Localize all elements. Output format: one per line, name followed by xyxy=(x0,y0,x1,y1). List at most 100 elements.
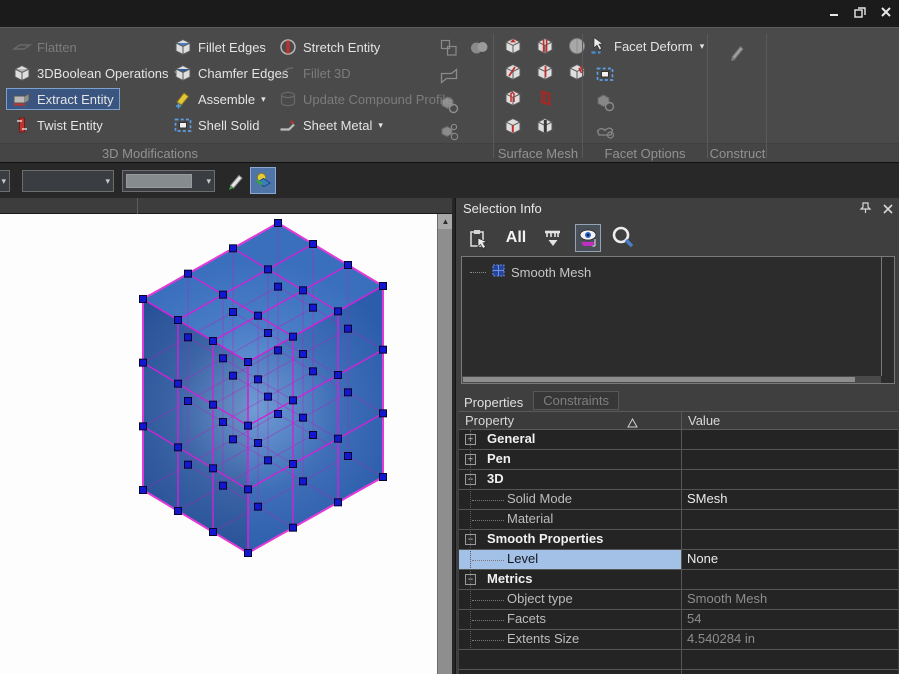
property-row-facets[interactable]: Facets 54 xyxy=(459,610,898,630)
property-value[interactable] xyxy=(687,530,894,549)
property-name-cell[interactable]: Extents Size xyxy=(459,630,681,649)
surface-mesh-mesh-edge-icon[interactable] xyxy=(500,114,526,138)
surface-mesh-mesh-slash-icon[interactable] xyxy=(564,60,590,84)
selection-tree[interactable]: Smooth Mesh xyxy=(461,256,895,384)
property-name-cell[interactable]: −3D xyxy=(459,470,681,489)
selection-info-panel: Selection Info All Smooth Mesh Propertie… xyxy=(455,198,899,674)
property-row-object-type[interactable]: Object type Smooth Mesh xyxy=(459,590,898,610)
ribbon-button-label: Update Compound Profile xyxy=(303,92,453,107)
group-separator xyxy=(766,34,767,158)
facet-deform-cursor-icon xyxy=(588,36,608,56)
close-button[interactable] xyxy=(879,5,893,19)
property-row-empty[interactable] xyxy=(459,650,898,670)
surface-mesh-mesh-vertical-icon[interactable] xyxy=(532,60,558,84)
extract-entity-icon xyxy=(12,89,32,109)
property-value[interactable]: SMesh xyxy=(687,490,894,509)
property-value[interactable]: Smooth Mesh xyxy=(687,590,894,609)
drawing-viewport[interactable] xyxy=(0,214,437,674)
ribbon-button-stretch-entity[interactable]: Stretch Entity xyxy=(272,36,386,58)
minimize-button[interactable] xyxy=(827,5,841,19)
tree-item-label: Smooth Mesh xyxy=(511,265,591,280)
property-name-cell[interactable]: Level xyxy=(459,550,681,569)
ribbon-button-extract-entity[interactable]: Extract Entity xyxy=(6,88,120,110)
property-row-extents-size[interactable]: Extents Size 4.540284 in xyxy=(459,630,898,650)
render-mode-button[interactable] xyxy=(250,167,276,194)
ribbon-button-twist-entity[interactable]: Twist Entity xyxy=(6,114,109,136)
panel-close-icon[interactable] xyxy=(882,201,894,219)
scroll-up-arrow-icon[interactable]: ▲ xyxy=(438,214,453,229)
viewport-vertical-scrollbar[interactable]: ▲ xyxy=(437,214,452,674)
selection-properties-button[interactable] xyxy=(466,224,492,252)
restore-button[interactable] xyxy=(853,5,867,19)
title-bar xyxy=(0,0,899,27)
ribbon-column-1: Flatten3DBoolean Operations▾Extract Enti… xyxy=(6,36,185,140)
column-header-property[interactable]: Property xyxy=(465,413,514,428)
edit-pencil-button[interactable] xyxy=(222,168,248,195)
category-label: General xyxy=(487,431,535,446)
property-name-cell[interactable]: Object type xyxy=(459,590,681,609)
tree-vertical-scrollbar[interactable] xyxy=(881,257,894,376)
property-row-solid-mode[interactable]: Solid Mode SMesh xyxy=(459,490,898,510)
property-grid-header[interactable]: Property Value xyxy=(459,411,898,430)
property-row-pen[interactable]: +Pen xyxy=(459,450,898,470)
property-row-3d[interactable]: −3D xyxy=(459,470,898,490)
surface-mesh-mesh-extrude-icon[interactable] xyxy=(500,34,526,58)
property-name-cell[interactable]: +Pen xyxy=(459,450,681,469)
property-row-level[interactable]: Level None xyxy=(459,550,898,570)
facet-select-rect-icon[interactable] xyxy=(592,62,618,86)
property-name-cell[interactable]: −Metrics xyxy=(459,570,681,589)
stretch-entity-icon xyxy=(278,37,298,57)
property-name-cell[interactable]: Material xyxy=(459,510,681,529)
tree-horizontal-scrollbar[interactable] xyxy=(462,376,881,383)
property-value[interactable] xyxy=(687,570,894,589)
property-row-material[interactable]: Material xyxy=(459,510,898,530)
property-name-cell[interactable]: Facets xyxy=(459,610,681,629)
ribbon-button-3dboolean-operations[interactable]: 3DBoolean Operations▾ xyxy=(6,62,185,84)
select-all-label: All xyxy=(506,229,526,247)
column-header-value[interactable]: Value xyxy=(688,413,720,428)
property-row-general[interactable]: +General xyxy=(459,430,898,450)
ribbon-button-assemble[interactable]: Assemble▾ xyxy=(167,88,272,110)
property-value[interactable] xyxy=(687,510,894,529)
surface-mesh-mesh-stripe-icon[interactable] xyxy=(532,34,558,58)
scrollbar-thumb[interactable] xyxy=(463,377,855,382)
surface-mesh-mesh-panel-icon[interactable] xyxy=(532,86,558,110)
line-style-combo[interactable]: ▾ xyxy=(122,170,215,192)
property-row-smooth-properties[interactable]: −Smooth Properties xyxy=(459,530,898,550)
pen-style-combo[interactable]: ▾ xyxy=(22,170,114,192)
surface-mesh-mesh-diagonal-icon[interactable] xyxy=(500,60,526,84)
select-all-button[interactable]: All xyxy=(501,224,531,252)
filter-button[interactable] xyxy=(540,224,566,252)
zoom-selection-button[interactable] xyxy=(610,224,636,252)
property-name-cell[interactable]: −Smooth Properties xyxy=(459,530,681,549)
sheet-metal-icon xyxy=(278,115,298,135)
property-row-metrics[interactable]: −Metrics xyxy=(459,570,898,590)
property-label: Facets xyxy=(507,611,546,626)
ribbon-button-fillet-edges[interactable]: Fillet Edges xyxy=(167,36,272,58)
smooth-mesh-cube[interactable] xyxy=(0,214,437,674)
pin-icon[interactable] xyxy=(859,201,872,219)
tree-item-smooth-mesh[interactable]: Smooth Mesh xyxy=(470,264,591,280)
property-value[interactable]: 4.540284 in xyxy=(687,630,894,649)
group-separator xyxy=(707,34,708,158)
visibility-button[interactable] xyxy=(575,224,601,252)
tree-connector xyxy=(472,620,504,621)
tab-properties[interactable]: Properties xyxy=(464,395,523,410)
facet-deform-button[interactable]: Facet Deform ▾ xyxy=(588,36,704,56)
surface-mesh-mesh-move-icon[interactable] xyxy=(500,86,526,110)
property-value[interactable]: None xyxy=(687,550,894,569)
surface-mesh-mesh-split-icon[interactable] xyxy=(532,114,558,138)
ribbon-button-fillet-3d: Fillet 3D xyxy=(272,62,357,84)
property-row-empty[interactable] xyxy=(459,670,898,674)
ribbon-button-shell-solid[interactable]: Shell Solid xyxy=(167,114,265,136)
property-value[interactable]: 54 xyxy=(687,610,894,629)
partial-combo[interactable]: ▾ xyxy=(0,170,10,192)
property-name-cell[interactable]: Solid Mode xyxy=(459,490,681,509)
property-value[interactable] xyxy=(687,430,894,449)
surface-mesh-mesh-sphere-icon[interactable] xyxy=(564,34,590,58)
property-value[interactable] xyxy=(687,470,894,489)
property-value[interactable] xyxy=(687,450,894,469)
property-grid: +General+Pen−3DSolid Mode SMesh Material−S… xyxy=(459,430,898,674)
property-name-cell[interactable]: +General xyxy=(459,430,681,449)
ribbon-button-sheet-metal[interactable]: Sheet Metal▾ xyxy=(272,114,389,136)
